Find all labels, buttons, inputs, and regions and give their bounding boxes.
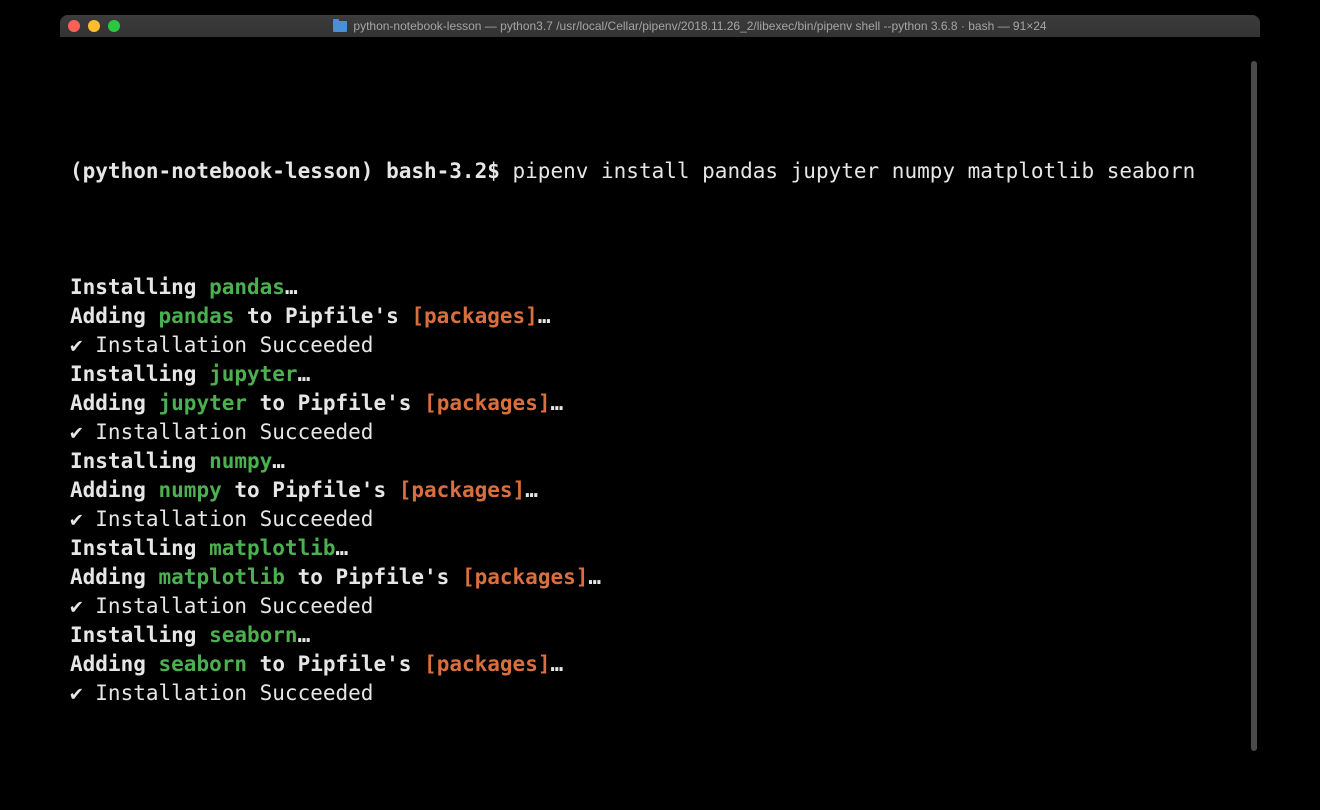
adding-line: Adding numpy to Pipfile's [packages]… xyxy=(70,476,1250,505)
installing-line: Installing jupyter… xyxy=(70,360,1250,389)
scrollbar[interactable] xyxy=(1251,61,1257,751)
typed-command: pipenv install pandas jupyter numpy matp… xyxy=(513,159,1196,183)
succeeded-line: ✔ Installation Succeeded xyxy=(70,331,1250,360)
window-title: python-notebook-lesson — python3.7 /usr/… xyxy=(353,19,1046,33)
succeeded-line: ✔ Installation Succeeded xyxy=(70,418,1250,447)
adding-line: Adding seaborn to Pipfile's [packages]… xyxy=(70,650,1250,679)
shell-prompt: bash-3.2$ xyxy=(386,159,512,183)
installing-line: Installing pandas… xyxy=(70,273,1250,302)
installing-line: Installing numpy… xyxy=(70,447,1250,476)
terminal-body[interactable]: (python-notebook-lesson) bash-3.2$ pipen… xyxy=(60,37,1260,755)
terminal-window: python-notebook-lesson — python3.7 /usr/… xyxy=(60,15,1260,755)
succeeded-line: ✔ Installation Succeeded xyxy=(70,505,1250,534)
adding-line: Adding jupyter to Pipfile's [packages]… xyxy=(70,389,1250,418)
installing-line: Installing seaborn… xyxy=(70,621,1250,650)
succeeded-line: ✔ Installation Succeeded xyxy=(70,592,1250,621)
folder-icon xyxy=(333,21,347,32)
adding-line: Adding pandas to Pipfile's [packages]… xyxy=(70,302,1250,331)
minimize-icon[interactable] xyxy=(88,20,100,32)
titlebar: python-notebook-lesson — python3.7 /usr/… xyxy=(60,15,1260,37)
zoom-icon[interactable] xyxy=(108,20,120,32)
installing-line: Installing matplotlib… xyxy=(70,534,1250,563)
prompt-line-1: (python-notebook-lesson) bash-3.2$ pipen… xyxy=(70,157,1250,186)
venv-name: (python-notebook-lesson) xyxy=(70,159,386,183)
window-controls xyxy=(68,20,120,32)
close-icon[interactable] xyxy=(68,20,80,32)
succeeded-line: ✔ Installation Succeeded xyxy=(70,679,1250,708)
adding-line: Adding matplotlib to Pipfile's [packages… xyxy=(70,563,1250,592)
